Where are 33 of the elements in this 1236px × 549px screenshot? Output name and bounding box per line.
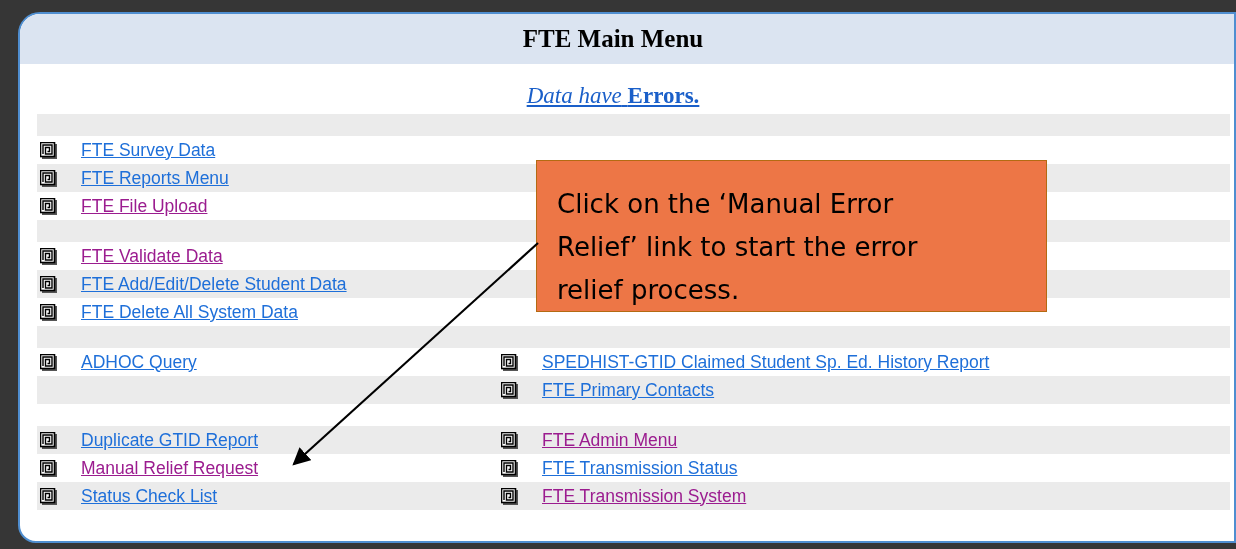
spiral-icon (40, 275, 57, 293)
spiral-icon (40, 353, 57, 371)
spiral-icon (40, 247, 57, 265)
menu-link[interactable]: FTE Transmission System (542, 485, 747, 507)
menu-link[interactable]: FTE Delete All System Data (81, 301, 298, 323)
menu-link[interactable]: FTE Admin Menu (542, 429, 678, 451)
spiral-icon (40, 169, 57, 187)
menu-link[interactable]: FTE Primary Contacts (542, 379, 715, 401)
menu-link[interactable]: FTE Add/Edit/Delete Student Data (81, 273, 347, 295)
spiral-icon (40, 487, 57, 505)
menu-link[interactable]: FTE Transmission Status (542, 457, 738, 479)
menu-link[interactable]: SPEDHIST-GTID Claimed Student Sp. Ed. History Report (542, 351, 990, 373)
spiral-icon (501, 459, 518, 477)
status-link[interactable]: Data have Errors. (526, 83, 700, 108)
spiral-icon (40, 197, 57, 215)
spiral-icon (501, 353, 518, 371)
menu-link[interactable]: Duplicate GTID Report (81, 429, 258, 451)
menu-link[interactable]: Manual Relief Request (81, 457, 259, 479)
spiral-icon (501, 431, 518, 449)
callout-box: Click on the ‘Manual Error Relief’ link to start the error relief process. (536, 160, 1047, 312)
spiral-icon (501, 381, 518, 399)
menu-link[interactable]: ADHOC Query (81, 351, 197, 373)
page-title: FTE Main Menu (522, 25, 704, 53)
menu-link[interactable]: FTE Reports Menu (81, 167, 229, 189)
spiral-icon (40, 303, 57, 321)
spiral-icon (40, 431, 57, 449)
spiral-icon (40, 141, 57, 159)
menu-link[interactable]: FTE Survey Data (81, 139, 216, 161)
menu-link[interactable]: FTE File Upload (81, 195, 208, 217)
menu-link[interactable]: Status Check List (81, 485, 218, 507)
spiral-icon (501, 487, 518, 505)
spiral-icon (40, 459, 57, 477)
menu-link[interactable]: FTE Validate Data (81, 245, 223, 267)
